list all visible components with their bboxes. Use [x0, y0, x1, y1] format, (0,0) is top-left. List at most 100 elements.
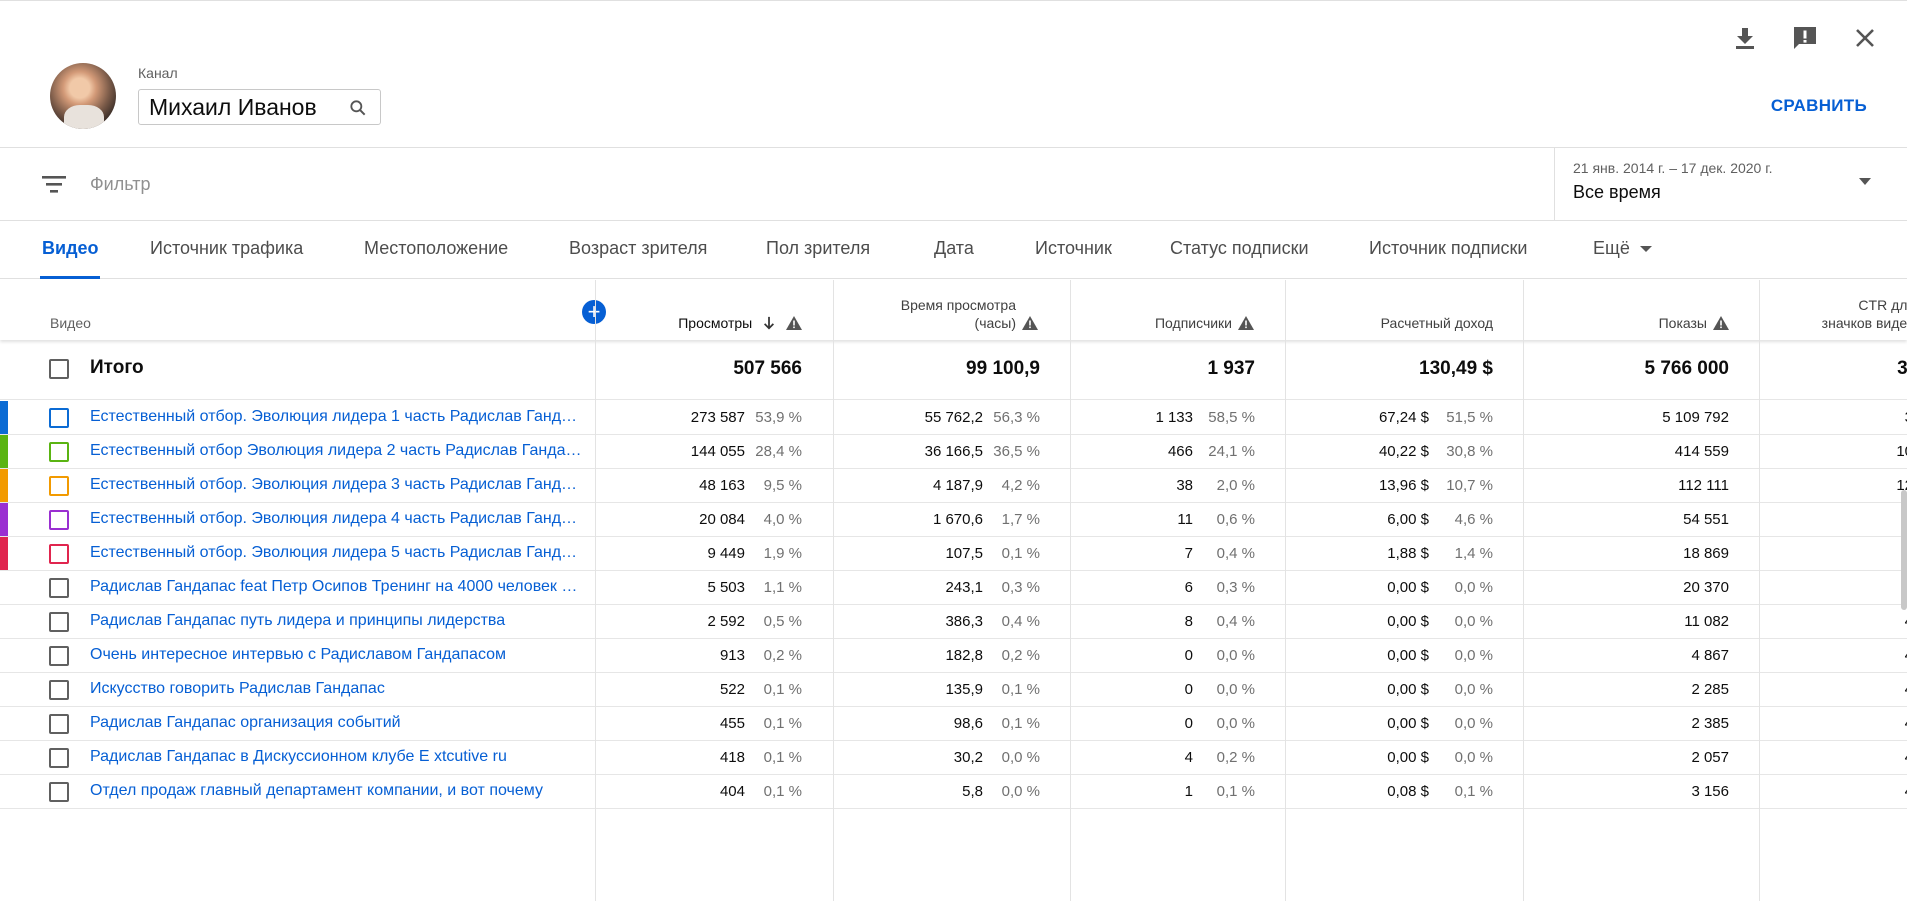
column-watch-time-label-1: Время просмотра — [900, 297, 1016, 313]
table-row[interactable]: Естественный отбор Эволюция лидера 2 час… — [0, 435, 1907, 469]
video-title-link[interactable]: Естественный отбор. Эволюция лидера 1 ча… — [90, 408, 583, 426]
column-header-ctr[interactable]: CTR для значков видео — [1770, 280, 1907, 340]
row-checkbox[interactable] — [49, 476, 69, 496]
tab-viewer-age[interactable]: Возраст зрителя — [569, 238, 707, 259]
tab-source[interactable]: Источник — [1035, 238, 1112, 259]
column-header-watch-time[interactable]: Время просмотра (часы) — [834, 280, 1038, 340]
table-row[interactable]: Радислав Гандапас организация событий 455… — [0, 707, 1907, 741]
column-impressions-label: Показы — [1658, 315, 1707, 331]
column-header-video[interactable]: Видео — [50, 280, 250, 340]
cell-revenue: 0,00 $ — [1387, 647, 1429, 664]
video-title-link[interactable]: Радислав Гандапас в Дискуссионном клубе … — [90, 748, 583, 766]
column-header-views[interactable]: Просмотры — [600, 280, 802, 340]
table-row[interactable]: Радислав Гандапас в Дискуссионном клубе … — [0, 741, 1907, 775]
row-checkbox[interactable] — [49, 612, 69, 632]
cell-subscribers-percent: 0,1 % — [1216, 783, 1255, 800]
vertical-scrollbar[interactable] — [1901, 490, 1907, 610]
cell-revenue: 0,00 $ — [1387, 681, 1429, 698]
row-checkbox[interactable] — [49, 442, 69, 462]
cell-views: 418 — [719, 749, 745, 766]
channel-label: Канал — [138, 65, 178, 81]
table-row[interactable]: Искусство говорить Радислав Гандапас 522 0… — [0, 673, 1907, 707]
download-icon[interactable] — [1730, 23, 1760, 53]
cell-views-percent: 0,1 % — [763, 749, 802, 766]
series-color-bar — [0, 605, 8, 638]
column-ctr-label-2: значков видео — [1821, 315, 1907, 331]
video-title-link[interactable]: Радислав Гандапас путь лидера и принципы… — [90, 612, 583, 630]
table-row[interactable]: Радислав Гандапас путь лидера и принципы… — [0, 605, 1907, 639]
cell-views-percent: 0,5 % — [763, 613, 802, 630]
cell-revenue: 0,00 $ — [1387, 749, 1429, 766]
cell-subscribers-percent: 0,4 % — [1216, 545, 1255, 562]
search-icon[interactable] — [348, 98, 368, 118]
cell-subscribers: 4 — [1184, 749, 1193, 766]
tab-more[interactable]: Ещё — [1593, 238, 1652, 259]
table-row[interactable]: Естественный отбор. Эволюция лидера 5 ча… — [0, 537, 1907, 571]
column-header-impressions[interactable]: Показы — [1525, 280, 1729, 340]
feedback-icon[interactable] — [1790, 23, 1820, 53]
cell-impressions: 5 109 792 — [1662, 409, 1729, 426]
video-title-link[interactable]: Искусство говорить Радислав Гандапас — [90, 680, 583, 698]
cell-impressions: 18 869 — [1683, 545, 1729, 562]
column-header-subscribers[interactable]: Подписчики — [1070, 280, 1254, 340]
cell-revenue: 13,96 $ — [1378, 477, 1429, 494]
tab-viewer-gender[interactable]: Пол зрителя — [766, 238, 870, 259]
table-row[interactable]: Естественный отбор. Эволюция лидера 3 ча… — [0, 469, 1907, 503]
video-title-link[interactable]: Естественный отбор. Эволюция лидера 3 ча… — [90, 476, 583, 494]
column-header-revenue[interactable]: Расчетный доход — [1290, 280, 1493, 340]
table-row[interactable]: Естественный отбор. Эволюция лидера 1 ча… — [0, 401, 1907, 435]
table-row[interactable]: Естественный отбор. Эволюция лидера 4 ча… — [0, 503, 1907, 537]
video-title-link[interactable]: Очень интересное интервью с Радиславом Г… — [90, 646, 583, 664]
cell-subscribers: 6 — [1184, 579, 1193, 596]
total-views: 507 566 — [733, 358, 802, 379]
tab-date[interactable]: Дата — [934, 238, 974, 259]
cell-watch-time-percent: 36,5 % — [993, 443, 1040, 460]
cell-watch-time: 182,8 — [945, 647, 983, 664]
close-icon[interactable] — [1850, 23, 1880, 53]
row-checkbox[interactable] — [49, 714, 69, 734]
tab-geography[interactable]: Местоположение — [364, 238, 508, 259]
series-color-bar — [0, 741, 8, 774]
tab-subscription-status[interactable]: Статус подписки — [1170, 238, 1309, 259]
row-checkbox[interactable] — [49, 510, 69, 530]
warning-icon — [1022, 316, 1038, 330]
video-title-link[interactable]: Радислав Гандапас feat Петр Осипов Трени… — [90, 578, 583, 596]
video-title-link[interactable]: Отдел продаж главный департамент компани… — [90, 782, 583, 800]
video-title-link[interactable]: Радислав Гандапас организация событий — [90, 714, 583, 732]
tab-subscription-source[interactable]: Источник подписки — [1369, 238, 1527, 259]
video-title-link[interactable]: Естественный отбор. Эволюция лидера 5 ча… — [90, 544, 583, 562]
column-subscribers-label: Подписчики — [1154, 315, 1232, 331]
cell-revenue-percent: 0,0 % — [1454, 647, 1493, 664]
row-checkbox[interactable] — [49, 408, 69, 428]
table-row[interactable]: Очень интересное интервью с Радиславом Г… — [0, 639, 1907, 673]
series-color-bar — [0, 673, 8, 706]
cell-revenue: 0,00 $ — [1387, 715, 1429, 732]
series-color-bar — [0, 707, 8, 740]
row-checkbox[interactable] — [49, 782, 69, 802]
cell-subscribers-percent: 58,5 % — [1208, 409, 1255, 426]
filter-icon[interactable] — [40, 172, 68, 196]
cell-revenue: 1,88 $ — [1387, 545, 1429, 562]
table-row[interactable]: Отдел продаж главный департамент компани… — [0, 775, 1907, 809]
channel-selector[interactable]: Михаил Иванов — [138, 89, 381, 125]
row-checkbox[interactable] — [49, 748, 69, 768]
video-title-link[interactable]: Естественный отбор. Эволюция лидера 4 ча… — [90, 510, 583, 528]
series-color-bar — [0, 401, 8, 434]
filter-input[interactable]: Фильтр — [90, 174, 150, 195]
compare-button[interactable]: СРАВНИТЬ — [1771, 96, 1867, 116]
date-range-selector[interactable]: 21 янв. 2014 г. – 17 дек. 2020 г. Все вр… — [1554, 148, 1907, 221]
table-row[interactable]: Радислав Гандапас feat Петр Осипов Трени… — [0, 571, 1907, 605]
cell-views: 144 055 — [690, 443, 745, 460]
cell-subscribers-percent: 2,0 % — [1216, 477, 1255, 494]
cell-views-percent: 4,0 % — [763, 511, 802, 528]
cell-views-percent: 0,2 % — [763, 647, 802, 664]
row-checkbox[interactable] — [49, 578, 69, 598]
row-checkbox[interactable] — [49, 646, 69, 666]
video-title-link[interactable]: Естественный отбор Эволюция лидера 2 час… — [90, 442, 583, 460]
row-checkbox[interactable] — [49, 544, 69, 564]
row-checkbox[interactable] — [49, 680, 69, 700]
select-all-checkbox[interactable] — [49, 359, 69, 379]
cell-impressions: 112 111 — [1678, 477, 1729, 494]
tab-traffic-source[interactable]: Источник трафика — [150, 238, 303, 259]
tab-video[interactable]: Видео — [42, 238, 99, 259]
